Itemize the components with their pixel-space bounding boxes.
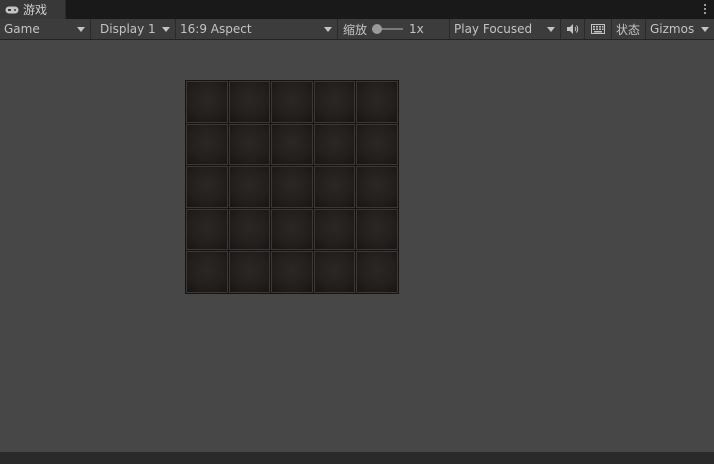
play-mode-dropdown[interactable]: Play Focused xyxy=(450,19,561,39)
view-mode-label: Game xyxy=(4,22,40,36)
more-options-icon[interactable] xyxy=(702,2,708,16)
board-cell[interactable] xyxy=(313,251,356,293)
keyboard-icon xyxy=(591,24,605,34)
display-label: Display 1 xyxy=(100,22,156,36)
board-cell[interactable] xyxy=(313,166,356,208)
chevron-down-icon xyxy=(162,27,170,32)
gizmos-dropdown[interactable]: Gizmos xyxy=(646,19,714,39)
board-cell[interactable] xyxy=(271,166,313,208)
board-cell[interactable] xyxy=(228,208,271,251)
tab-bar: 游戏 xyxy=(0,0,714,19)
board-cell[interactable] xyxy=(186,123,228,166)
board-cell[interactable] xyxy=(356,81,398,123)
board-cell[interactable] xyxy=(186,251,228,293)
stats-button[interactable]: 状态 xyxy=(612,19,646,39)
chevron-down-icon xyxy=(77,27,85,32)
bottom-bar xyxy=(0,452,714,464)
tab-label: 游戏 xyxy=(23,3,48,17)
board-cell[interactable] xyxy=(271,123,313,166)
scale-slider-handle[interactable] xyxy=(372,24,382,34)
board-cell[interactable] xyxy=(271,251,313,293)
board-cell[interactable] xyxy=(186,81,228,123)
board-cell[interactable] xyxy=(271,81,313,123)
board-cell[interactable] xyxy=(313,81,356,123)
board-cell[interactable] xyxy=(186,166,228,208)
gizmos-label: Gizmos xyxy=(650,22,695,36)
board-cell[interactable] xyxy=(356,208,398,251)
display-dropdown[interactable]: Display 1 xyxy=(91,19,176,39)
chevron-down-icon xyxy=(324,27,332,32)
board-cell[interactable] xyxy=(228,251,271,293)
scale-label: 缩放 xyxy=(343,22,368,37)
keyboard-shortcuts-button[interactable] xyxy=(585,19,612,39)
board-cell[interactable] xyxy=(313,208,356,251)
board-cell[interactable] xyxy=(186,208,228,251)
mute-audio-button[interactable] xyxy=(561,19,585,39)
board-cell[interactable] xyxy=(228,123,271,166)
chevron-down-icon xyxy=(547,27,555,32)
board-cell[interactable] xyxy=(228,166,271,208)
play-mode-label: Play Focused xyxy=(454,22,533,36)
speaker-icon xyxy=(566,24,578,34)
board-cell[interactable] xyxy=(228,81,271,123)
board-cell[interactable] xyxy=(356,123,398,166)
board-cell[interactable] xyxy=(356,166,398,208)
board-cell[interactable] xyxy=(271,208,313,251)
board-cell[interactable] xyxy=(313,123,356,166)
view-mode-dropdown[interactable]: Game xyxy=(0,19,91,39)
tab-game[interactable]: 游戏 xyxy=(0,0,66,19)
scale-value: 1x xyxy=(409,22,424,36)
aspect-dropdown[interactable]: 16:9 Aspect xyxy=(176,19,338,39)
game-toolbar: Game Display 1 16:9 Aspect 缩放 1x Play Fo… xyxy=(0,19,714,40)
board-cell[interactable] xyxy=(356,251,398,293)
chevron-down-icon xyxy=(701,27,709,32)
aspect-label: 16:9 Aspect xyxy=(180,22,252,36)
stats-label: 状态 xyxy=(616,22,641,37)
game-board-grid xyxy=(185,80,399,294)
gamepad-icon xyxy=(5,6,19,14)
